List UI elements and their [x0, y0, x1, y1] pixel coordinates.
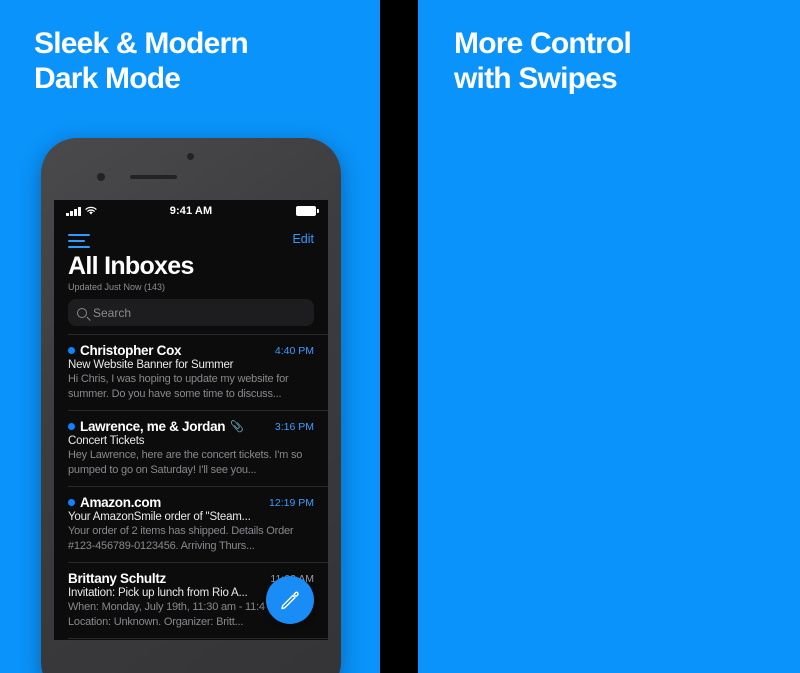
table-row[interactable]: Lawrence, me & Jordan 📎 3:16 PM Concert … — [54, 411, 328, 486]
mail-preview: Hey Lawrence, here are the concert ticke… — [68, 449, 303, 476]
headline-dark: Sleek & Modern Dark Mode — [34, 27, 249, 96]
mail-sender: Lawrence, me & Jordan — [80, 419, 226, 435]
battery-icon — [296, 206, 319, 216]
screenshot-stage: Sleek & Modern Dark Mode 9:41 AM Edit Al… — [0, 0, 800, 673]
search-input[interactable]: Search — [68, 299, 314, 326]
status-bar-time: 9:41 AM — [169, 205, 213, 217]
page-title: All Inboxes — [68, 252, 194, 280]
phone-device-dark: 9:41 AM Edit All Inboxes Updated Just No… — [41, 138, 341, 673]
mail-sender: Christopher Cox — [80, 343, 182, 358]
compose-button[interactable] — [266, 576, 314, 624]
page-subtitle: Updated Just Now (143) — [68, 282, 166, 292]
mail-subject: Your AmazonSmile order of "Steam... — [68, 511, 251, 524]
mail-subject: Concert Tickets — [68, 435, 145, 448]
proximity-sensor-icon — [97, 173, 105, 181]
attachment-paperclip-icon: 📎 — [230, 421, 244, 434]
edit-button[interactable]: Edit — [292, 232, 314, 246]
table-row[interactable]: Amazon.com 12:19 PM Your AmazonSmile ord… — [54, 487, 328, 562]
search-placeholder: Search — [93, 305, 132, 320]
mail-time: 4:40 PM — [274, 344, 314, 357]
unread-dot-icon — [68, 423, 75, 431]
hamburger-menu-icon[interactable] — [68, 232, 90, 248]
mail-preview: Your order of 2 items has shipped. Detai… — [68, 525, 294, 552]
status-bar-dark: 9:41 AM — [54, 200, 328, 222]
row-divider — [68, 638, 328, 640]
unread-dot-icon — [68, 347, 75, 354]
headline-light: More Control with Swipes — [454, 27, 632, 96]
mail-sender: Brittany Schultz — [68, 571, 166, 587]
mail-time: 3:16 PM — [274, 420, 314, 433]
earpiece-speaker-icon — [130, 175, 177, 179]
unread-dot-icon — [68, 499, 75, 507]
phone-screen-dark: 9:41 AM Edit All Inboxes Updated Just No… — [54, 200, 328, 640]
mail-sender: Amazon.com — [80, 495, 162, 511]
search-container: Search — [54, 292, 328, 334]
table-row[interactable]: Christopher Cox 4:40 PM New Website Bann… — [54, 335, 328, 410]
promo-panel-light: More Control with Swipes — [418, 0, 800, 673]
compose-pencil-icon — [281, 591, 299, 610]
promo-panel-dark: Sleek & Modern Dark Mode 9:41 AM Edit Al… — [0, 0, 380, 673]
nav-bar-dark: Edit — [54, 222, 328, 248]
mail-subject: New Website Banner for Summer — [68, 359, 234, 371]
mail-time: 12:19 PM — [269, 496, 314, 509]
panel-divider — [380, 0, 418, 673]
front-camera-icon — [187, 153, 194, 160]
search-icon — [77, 307, 87, 318]
mail-preview: Hi Chris, I was hoping to update my webs… — [68, 373, 289, 400]
